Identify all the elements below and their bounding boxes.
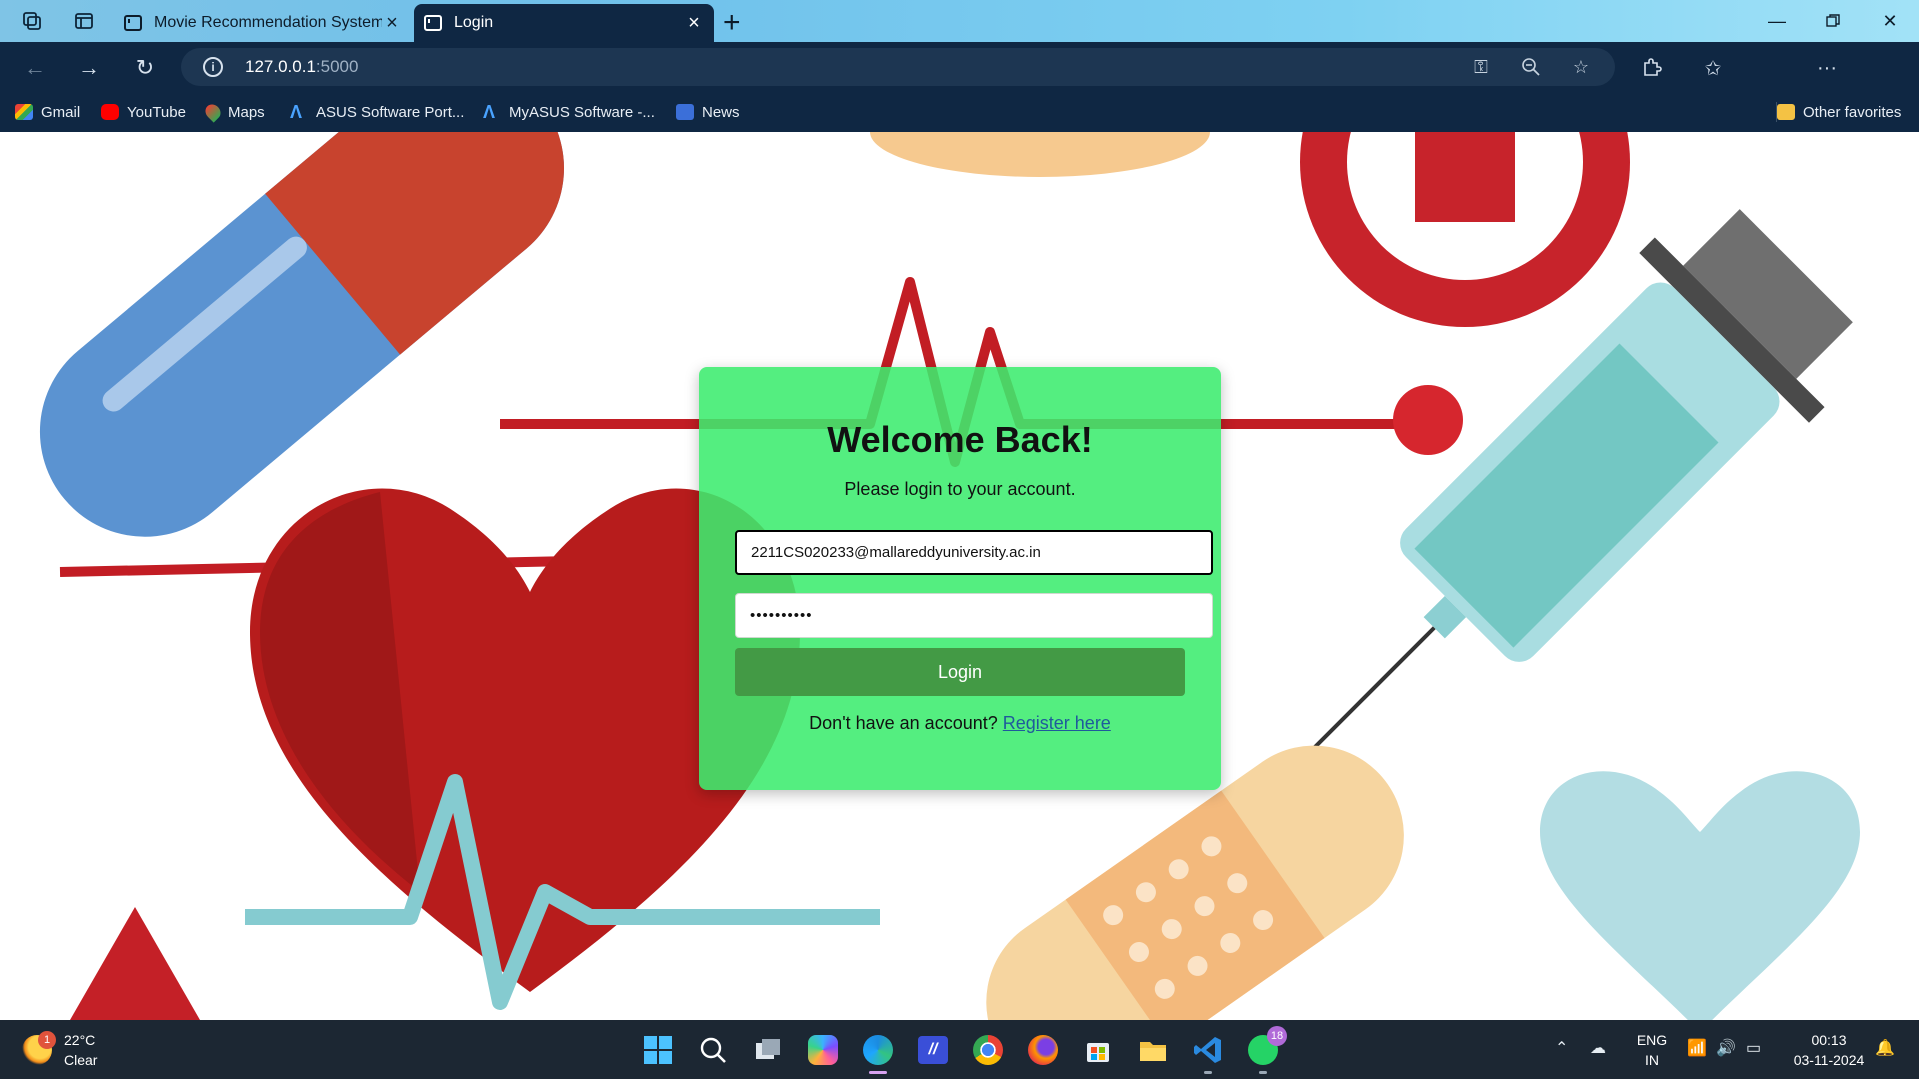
- battery-icon[interactable]: ▭: [1746, 1038, 1761, 1058]
- url-host: 127.0.0.1: [245, 57, 316, 76]
- address-url: 127.0.0.1:5000: [245, 57, 358, 77]
- register-prompt: Don't have an account?: [809, 713, 998, 733]
- wifi-icon[interactable]: 📶: [1687, 1038, 1707, 1058]
- tab-title: Movie Recommendation System: [154, 14, 382, 31]
- url-port: :5000: [315, 57, 359, 76]
- onedrive-cloud-icon[interactable]: ☁: [1590, 1038, 1606, 1058]
- more-options-icon[interactable]: ···: [1812, 53, 1842, 83]
- terminal-favicon-icon: [124, 15, 142, 31]
- extensions-icon[interactable]: [1636, 53, 1666, 83]
- back-icon[interactable]: ←: [20, 53, 50, 83]
- weather-widget[interactable]: 1 22°C Clear: [22, 1030, 97, 1070]
- notifications-bell-icon[interactable]: 🔔: [1875, 1038, 1895, 1058]
- windows-taskbar: 1 22°C Clear // 18 ⌃ ☁ ENG IN 📶 🔊 ▭ 00:1…: [0, 1020, 1919, 1079]
- forward-icon[interactable]: →: [74, 53, 104, 83]
- bookmark-label: Maps: [228, 103, 265, 121]
- chrome-icon[interactable]: [970, 1032, 1006, 1068]
- folder-icon: [1777, 104, 1795, 120]
- start-button[interactable]: [640, 1032, 676, 1068]
- weather-condition: Clear: [64, 1052, 98, 1068]
- microsoft-store-icon[interactable]: [1080, 1032, 1116, 1068]
- favorite-star-icon[interactable]: ☆: [1571, 57, 1591, 77]
- bookmark-youtube[interactable]: YouTube: [101, 102, 186, 122]
- bookmark-label: News: [702, 103, 740, 121]
- whatsapp-badge: 18: [1267, 1026, 1287, 1046]
- vscode-icon[interactable]: [1190, 1032, 1226, 1074]
- bookmark-maps[interactable]: Maps: [202, 101, 265, 123]
- browser-title-bar: Movie Recommendation System × Login × + …: [0, 0, 1919, 42]
- other-favorites-label: Other favorites: [1803, 103, 1902, 121]
- other-favorites[interactable]: Other favorites: [1776, 102, 1901, 122]
- search-icon[interactable]: [695, 1032, 731, 1068]
- weather-badge: 1: [38, 1031, 56, 1049]
- language-indicator[interactable]: ENG IN: [1632, 1030, 1672, 1070]
- browser-toolbar: ← → ↻ i 127.0.0.1:5000 ⚿ ☆ ✩ ···: [0, 42, 1919, 124]
- whatsapp-icon[interactable]: 18: [1245, 1026, 1287, 1074]
- language-line2: IN: [1645, 1052, 1659, 1068]
- password-value: ••••••••••: [750, 607, 813, 624]
- email-value: 2211CS020233@mallareddyuniversity.ac.in: [751, 544, 1041, 561]
- page-viewport: Welcome Back! Please login to your accou…: [0, 132, 1919, 1020]
- bookmark-asus-portal[interactable]: Λ ASUS Software Port...: [290, 102, 464, 122]
- close-window-icon[interactable]: ✕: [1870, 8, 1910, 34]
- youtube-icon: [101, 104, 119, 120]
- terminal-favicon-icon: [424, 15, 442, 31]
- copilot-taskbar-icon[interactable]: [805, 1032, 841, 1068]
- refresh-icon[interactable]: ↻: [130, 53, 160, 83]
- bookmark-label: YouTube: [127, 103, 186, 121]
- firefox-icon[interactable]: [1025, 1032, 1061, 1068]
- new-tab-icon[interactable]: +: [723, 6, 741, 40]
- system-clock[interactable]: 00:13 03-11-2024: [1784, 1030, 1874, 1070]
- task-view-icon[interactable]: [750, 1032, 786, 1068]
- bookmarks-bar: Gmail YouTube Maps Λ ASUS Software Port.…: [0, 92, 1919, 132]
- news-icon: [676, 104, 694, 120]
- clock-date: 03-11-2024: [1793, 1052, 1865, 1068]
- address-bar[interactable]: i 127.0.0.1:5000 ⚿ ☆: [181, 48, 1615, 86]
- weather-text: 22°C Clear: [64, 1030, 97, 1070]
- edge-browser-icon[interactable]: [860, 1032, 896, 1074]
- login-button-label: Login: [937, 661, 983, 682]
- bookmark-news[interactable]: News: [676, 102, 740, 122]
- site-info-icon[interactable]: i: [203, 57, 223, 77]
- minimize-icon[interactable]: —: [1757, 8, 1797, 34]
- asus-icon: Λ: [290, 102, 303, 122]
- email-field[interactable]: 2211CS020233@mallareddyuniversity.ac.in: [735, 530, 1213, 575]
- maps-icon: [202, 101, 224, 123]
- tab-title: Login: [454, 14, 494, 31]
- clock-time: 00:13: [1811, 1032, 1847, 1048]
- bookmark-myasus[interactable]: Λ MyASUS Software -...: [483, 102, 655, 122]
- gmail-icon: [15, 104, 33, 120]
- workspaces-icon[interactable]: [20, 9, 44, 33]
- favorites-icon[interactable]: ✩: [1698, 53, 1728, 83]
- tab-movie-recommendation[interactable]: Movie Recommendation System ×: [114, 4, 412, 42]
- weather-moon-icon: 1: [22, 1031, 56, 1065]
- bookmark-label: Gmail: [41, 103, 81, 121]
- language-line1: ENG: [1636, 1032, 1668, 1048]
- tab-actions-icon[interactable]: [72, 9, 96, 33]
- restore-icon[interactable]: [1813, 8, 1853, 34]
- bookmark-gmail[interactable]: Gmail: [15, 102, 80, 122]
- tab-login[interactable]: Login ×: [414, 4, 714, 42]
- register-line: Don't have an account? Register here: [699, 713, 1221, 734]
- volume-icon[interactable]: 🔊: [1716, 1038, 1736, 1058]
- register-link[interactable]: Register here: [1003, 713, 1111, 733]
- show-hidden-icons-chevron-up-icon[interactable]: ⌃: [1555, 1038, 1568, 1058]
- password-key-icon[interactable]: ⚿: [1471, 57, 1491, 77]
- login-button[interactable]: Login: [735, 648, 1185, 696]
- login-title: Welcome Back!: [827, 419, 1093, 460]
- weather-temp: 22°C: [64, 1032, 96, 1048]
- bookmark-label: ASUS Software Port...: [316, 103, 465, 121]
- myasus-icon: Λ: [483, 102, 496, 122]
- tab-close-icon[interactable]: ×: [684, 12, 704, 35]
- tab-close-icon[interactable]: ×: [382, 12, 402, 35]
- file-explorer-icon[interactable]: [1135, 1032, 1171, 1068]
- bookmark-label: MyASUS Software -...: [509, 103, 655, 121]
- login-subtitle: Please login to your account.: [844, 479, 1076, 499]
- zoom-out-icon[interactable]: [1521, 57, 1541, 77]
- app-blue-icon[interactable]: //: [915, 1032, 951, 1068]
- password-field[interactable]: ••••••••••: [735, 593, 1213, 638]
- login-card: Welcome Back! Please login to your accou…: [699, 367, 1221, 790]
